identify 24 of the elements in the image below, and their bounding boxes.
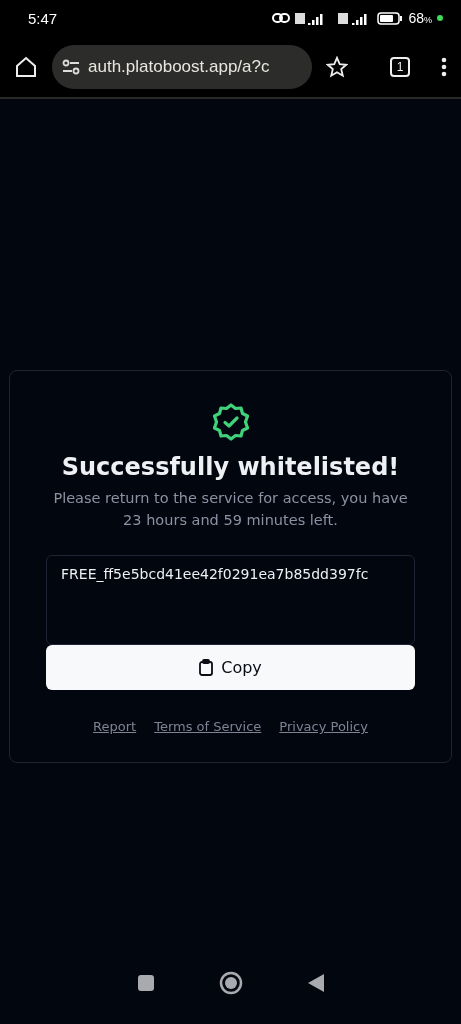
back-button[interactable]: [307, 974, 324, 992]
verified-badge-icon: [210, 402, 251, 442]
url-text: auth.platoboost.app/a?c: [88, 56, 270, 77]
success-title: Successfully whitelisted!: [61, 453, 400, 481]
home-nav-button[interactable]: [218, 971, 243, 995]
menu-button[interactable]: [441, 56, 447, 77]
info-message: Please return to the service for access, you have 23 hours and 59 minutes left.: [52, 489, 409, 530]
footer-link[interactable]: Privacy Policy: [279, 719, 368, 734]
clipboard-icon: [199, 659, 214, 676]
address-bar[interactable]: auth.platoboost.app/a?c: [52, 44, 312, 89]
home-button[interactable]: [14, 54, 38, 79]
footer-link[interactable]: Report: [93, 719, 137, 734]
key-field[interactable]: FREE_ff5e5bcd41ee42f0291ea7b85dd397fc: [46, 555, 415, 645]
tab-count-button[interactable]: 1: [390, 56, 410, 77]
copy-button[interactable]: Copy: [46, 645, 415, 690]
clock-time: 5:47: [28, 9, 58, 27]
battery-icon: [377, 11, 404, 25]
bookmark-star-button[interactable]: [326, 55, 348, 78]
tune-icon: [62, 58, 80, 75]
footer-link[interactable]: Terms of Service: [154, 719, 262, 734]
indicator-dot: [437, 15, 443, 21]
recents-button[interactable]: [137, 975, 154, 991]
link-icon: [272, 12, 291, 24]
battery-level: 68%: [408, 10, 432, 26]
